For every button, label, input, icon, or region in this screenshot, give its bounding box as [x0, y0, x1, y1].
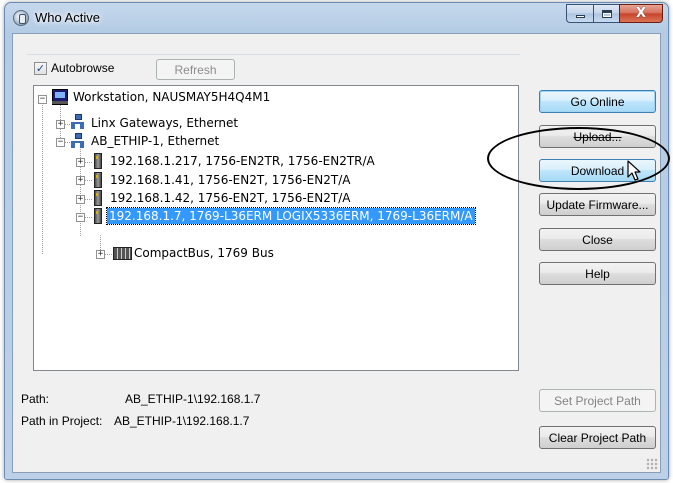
- tree-node-192-168-1-41[interactable]: 192.168.1.41, 1756-EN2T, 1756-EN2T/A: [108, 172, 352, 188]
- expand-toggle[interactable]: +: [76, 176, 85, 185]
- device-tree[interactable]: − Workstation, NAUSMAY5H4Q4M1 + Linx Gat…: [33, 85, 519, 371]
- upload-button[interactable]: Upload...: [539, 125, 656, 148]
- expand-toggle[interactable]: +: [76, 158, 85, 167]
- go-online-button[interactable]: Go Online: [539, 90, 656, 113]
- who-active-app-icon: [13, 10, 29, 26]
- module-icon: [90, 189, 106, 206]
- path-in-project-value: AB_ETHIP-1\192.168.1.7: [114, 414, 250, 428]
- maximize-button[interactable]: [593, 4, 619, 23]
- tree-node-ab-ethip-1[interactable]: AB_ETHIP-1, Ethernet: [89, 133, 221, 149]
- window-title: Who Active: [35, 10, 101, 25]
- module-icon: [90, 171, 106, 188]
- tree-node-192-168-1-217[interactable]: 192.168.1.217, 1756-EN2TR, 1756-EN2TR/A: [108, 153, 377, 169]
- tree-node-192-168-1-7-selected[interactable]: 192.168.1.7, 1769-L36ERM LOGIX5336ERM, 1…: [106, 207, 476, 225]
- expand-toggle[interactable]: +: [76, 195, 85, 204]
- close-window-button[interactable]: X: [619, 4, 663, 23]
- maximize-icon: [601, 9, 612, 18]
- update-firmware-button[interactable]: Update Firmware...: [539, 193, 656, 216]
- clear-project-path-button[interactable]: Clear Project Path: [539, 426, 656, 449]
- minimize-icon: [575, 15, 585, 18]
- tree-node-workstation[interactable]: Workstation, NAUSMAY5H4Q4M1: [71, 89, 272, 105]
- tree-node-192-168-1-42[interactable]: 192.168.1.42, 1756-EN2T, 1756-EN2T/A: [108, 190, 352, 206]
- path-in-project-label: Path in Project:: [21, 414, 103, 428]
- collapse-toggle[interactable]: −: [56, 138, 65, 147]
- compactbus-icon: [113, 244, 132, 260]
- tree-connector: [42, 99, 43, 254]
- module-icon: [90, 152, 106, 169]
- mouse-pointer-icon: [627, 160, 641, 181]
- caption-buttons: X: [566, 4, 663, 23]
- who-active-window: Who Active X ✓ Autobrowse Refresh − Work…: [4, 2, 669, 480]
- close-icon: X: [635, 6, 647, 21]
- autobrowse-checkbox[interactable]: ✓: [34, 61, 47, 75]
- resize-grip[interactable]: [646, 458, 658, 470]
- path-label: Path:: [21, 392, 50, 406]
- refresh-button: Refresh: [156, 59, 235, 80]
- checkmark-icon: ✓: [35, 61, 46, 75]
- tree-node-linx-gateways[interactable]: Linx Gateways, Ethernet: [89, 115, 240, 131]
- group-divider: [27, 54, 520, 55]
- minimize-button[interactable]: [566, 4, 593, 23]
- expand-toggle[interactable]: +: [56, 120, 65, 129]
- dialog-client-area: ✓ Autobrowse Refresh − Workstation, NAUS…: [12, 33, 661, 473]
- expand-toggle[interactable]: +: [96, 250, 105, 259]
- network-icon: [70, 132, 86, 148]
- set-project-path-button: Set Project Path: [539, 389, 656, 412]
- workstation-icon: [52, 89, 68, 105]
- autobrowse-label[interactable]: Autobrowse: [51, 61, 114, 75]
- collapse-toggle[interactable]: −: [38, 95, 47, 104]
- tree-node-compactbus[interactable]: CompactBus, 1769 Bus: [132, 245, 276, 261]
- network-icon: [70, 113, 86, 129]
- help-button[interactable]: Help: [539, 262, 656, 285]
- module-icon: [90, 207, 106, 224]
- autobrowse-row: ✓ Autobrowse: [34, 61, 114, 75]
- title-bar[interactable]: Who Active X: [5, 3, 668, 33]
- collapse-toggle[interactable]: −: [76, 213, 85, 222]
- upload-button-label: Upload...: [573, 129, 622, 144]
- close-button[interactable]: Close: [539, 228, 656, 251]
- path-value: AB_ETHIP-1\192.168.1.7: [125, 392, 261, 406]
